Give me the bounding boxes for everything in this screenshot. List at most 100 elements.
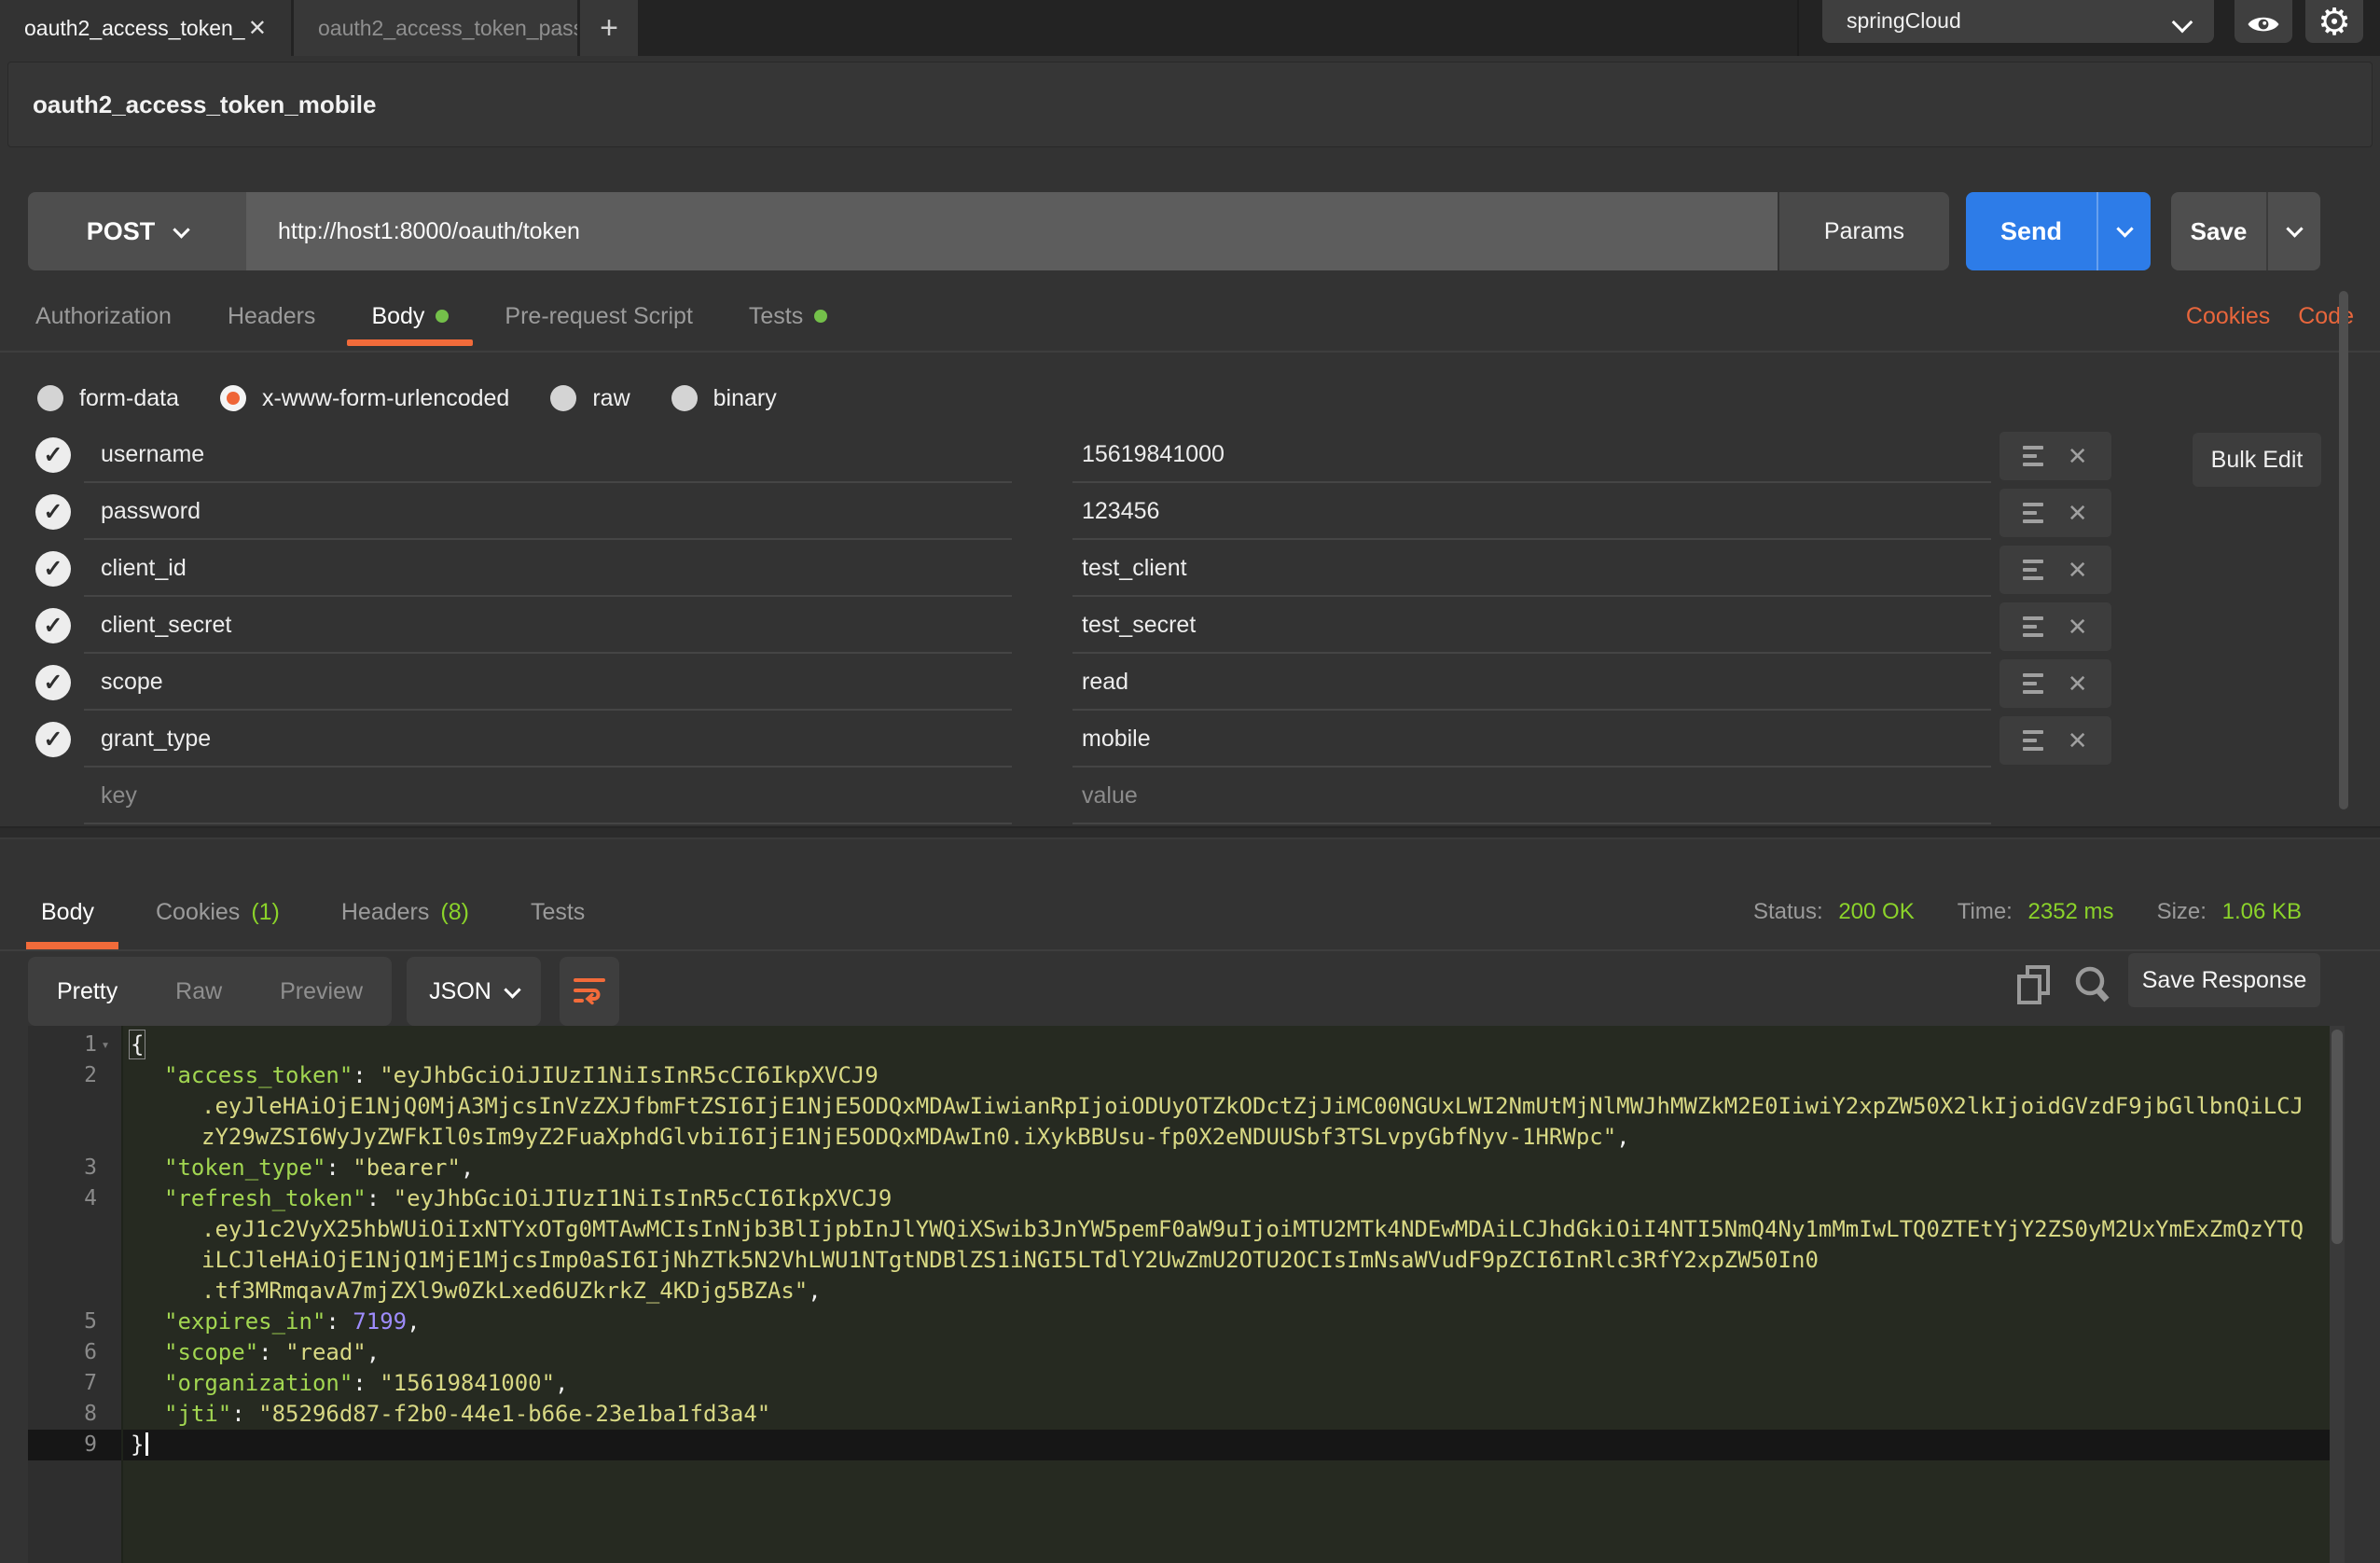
mode-form-data[interactable]: form-data bbox=[37, 385, 179, 412]
request-tab-label: oauth2_access_token_passv bbox=[318, 16, 577, 41]
param-row-controls: ✕ bbox=[1999, 432, 2111, 480]
view-tab-pretty[interactable]: Pretty bbox=[57, 978, 118, 1005]
code-text: zY29wZSI6WyJyZWFkIl0sIm9yZ2FuaXphdGlvbiI… bbox=[121, 1122, 1630, 1153]
method-select[interactable]: POST bbox=[28, 192, 246, 270]
view-tab-raw[interactable]: Raw bbox=[175, 978, 222, 1005]
response-tab-headers[interactable]: Headers (8) bbox=[341, 875, 469, 949]
format-select[interactable]: JSON bbox=[407, 957, 541, 1026]
checkbox-checked-icon[interactable]: ✓ bbox=[35, 665, 71, 700]
code-text: "refresh_token": "eyJhbGciOiJIUzI1NiIsIn… bbox=[121, 1183, 892, 1214]
row-menu-icon[interactable] bbox=[2023, 673, 2043, 694]
mode-label: form-data bbox=[79, 385, 179, 412]
scrollbar-thumb[interactable] bbox=[2332, 1030, 2343, 1244]
environment-preview-button[interactable] bbox=[2235, 0, 2292, 43]
environment-selector[interactable]: springCloud bbox=[1822, 0, 2214, 43]
mode-binary[interactable]: binary bbox=[671, 385, 777, 412]
code-line: 4"refresh_token": "eyJhbGciOiJIUzI1NiIsI… bbox=[28, 1183, 2330, 1214]
settings-button[interactable]: ⚙ bbox=[2305, 0, 2363, 43]
param-value-field[interactable]: test_secret bbox=[1072, 598, 1991, 654]
token-pun: } bbox=[131, 1432, 144, 1458]
mode-x-www-form-urlencoded[interactable]: x-www-form-urlencoded bbox=[220, 385, 509, 412]
row-menu-icon[interactable] bbox=[2023, 560, 2043, 580]
param-key-field[interactable]: scope bbox=[84, 655, 1012, 711]
response-body-editor[interactable]: 1▾{2"access_token": "eyJhbGciOiJIUzI1NiI… bbox=[28, 1026, 2330, 1563]
tab-headers[interactable]: Headers bbox=[228, 282, 316, 351]
token-str: "eyJhbGciOiJIUzI1NiIsInR5cCI6IkpXVCJ9 bbox=[394, 1185, 892, 1211]
param-value-field[interactable]: 15619841000 bbox=[1072, 427, 1991, 483]
checkbox-checked-icon[interactable]: ✓ bbox=[35, 551, 71, 587]
close-icon[interactable]: ✕ bbox=[248, 15, 267, 42]
mode-raw[interactable]: raw bbox=[550, 385, 630, 412]
line-number-gutter: 1▾ bbox=[28, 1030, 121, 1060]
param-value-field[interactable]: read bbox=[1072, 655, 1991, 711]
save-button[interactable]: Save bbox=[2171, 192, 2320, 270]
pane-divider[interactable] bbox=[0, 826, 2380, 839]
body-mode-options: form-data x-www-form-urlencoded raw bina… bbox=[37, 373, 777, 423]
response-scrollbar[interactable] bbox=[2330, 1026, 2345, 1563]
param-key-field[interactable]: client_secret bbox=[84, 598, 1012, 654]
tab-tests[interactable]: Tests bbox=[749, 282, 827, 351]
status-badge: Status: 200 OK bbox=[1753, 899, 1915, 925]
response-tab-cookies[interactable]: Cookies (1) bbox=[156, 875, 280, 949]
param-key-placeholder[interactable]: key bbox=[84, 768, 1012, 824]
url-input[interactable]: http://host1:8000/oauth/token bbox=[246, 192, 1778, 270]
fold-caret-icon[interactable]: ▾ bbox=[97, 1030, 114, 1060]
send-button[interactable]: Send bbox=[1966, 192, 2151, 270]
checkbox-checked-icon[interactable]: ✓ bbox=[35, 722, 71, 757]
save-options-button[interactable] bbox=[2268, 192, 2320, 270]
checkbox-checked-icon[interactable]: ✓ bbox=[35, 608, 71, 643]
remove-row-icon[interactable]: ✕ bbox=[2068, 444, 2088, 468]
copy-response-button[interactable] bbox=[2013, 962, 2055, 1007]
param-value-placeholder[interactable]: value bbox=[1072, 768, 1991, 824]
status-label: Status: bbox=[1753, 899, 1823, 924]
save-response-button[interactable]: Save Response bbox=[2128, 953, 2320, 1007]
code-line: 2"access_token": "eyJhbGciOiJIUzI1NiIsIn… bbox=[28, 1060, 2330, 1091]
params-button[interactable]: Params bbox=[1779, 192, 1949, 270]
request-tab-active[interactable]: oauth2_access_token_ ✕ bbox=[0, 0, 291, 56]
request-pane-scrollbar[interactable] bbox=[2339, 291, 2348, 809]
param-key-field[interactable]: grant_type bbox=[84, 712, 1012, 768]
param-key-field[interactable]: password bbox=[84, 484, 1012, 540]
tab-authorization[interactable]: Authorization bbox=[35, 282, 172, 351]
remove-row-icon[interactable]: ✕ bbox=[2068, 501, 2088, 525]
radio-icon[interactable] bbox=[37, 385, 63, 411]
request-tab-inactive[interactable]: oauth2_access_token_passv bbox=[294, 0, 577, 56]
send-options-button[interactable] bbox=[2098, 192, 2151, 270]
param-key-field[interactable]: client_id bbox=[84, 541, 1012, 597]
row-menu-icon[interactable] bbox=[2023, 730, 2043, 751]
response-tab-tests[interactable]: Tests bbox=[531, 875, 585, 949]
save-label-area[interactable]: Save bbox=[2171, 192, 2268, 270]
line-number: 8 bbox=[69, 1399, 97, 1430]
response-tab-body[interactable]: Body bbox=[41, 875, 94, 949]
token-key: "access_token" bbox=[164, 1062, 353, 1088]
row-menu-icon[interactable] bbox=[2023, 503, 2043, 523]
remove-row-icon[interactable]: ✕ bbox=[2068, 558, 2088, 582]
radio-icon[interactable] bbox=[671, 385, 698, 411]
row-menu-icon[interactable] bbox=[2023, 616, 2043, 637]
token-pun: : bbox=[325, 1308, 353, 1335]
view-tab-preview[interactable]: Preview bbox=[280, 978, 363, 1005]
checkbox-checked-icon[interactable]: ✓ bbox=[35, 437, 71, 473]
bulk-edit-button[interactable]: Bulk Edit bbox=[2193, 433, 2321, 487]
remove-row-icon[interactable]: ✕ bbox=[2068, 615, 2088, 639]
param-value-field[interactable]: 123456 bbox=[1072, 484, 1991, 540]
token-str: "read" bbox=[285, 1339, 367, 1365]
remove-row-icon[interactable]: ✕ bbox=[2068, 671, 2088, 696]
param-value-field[interactable]: mobile bbox=[1072, 712, 1991, 768]
gear-icon: ⚙ bbox=[2318, 4, 2351, 41]
tab-pre-request-script[interactable]: Pre-request Script bbox=[505, 282, 692, 351]
tab-body[interactable]: Body bbox=[371, 282, 449, 351]
radio-selected-icon[interactable] bbox=[220, 385, 246, 411]
cookies-link[interactable]: Cookies bbox=[2186, 303, 2270, 330]
send-label-area[interactable]: Send bbox=[1966, 192, 2098, 270]
search-response-button[interactable] bbox=[2070, 962, 2113, 1007]
param-value-field[interactable]: test_client bbox=[1072, 541, 1991, 597]
new-tab-button[interactable]: + bbox=[580, 0, 638, 56]
row-menu-icon[interactable] bbox=[2023, 446, 2043, 466]
remove-row-icon[interactable]: ✕ bbox=[2068, 728, 2088, 753]
radio-icon[interactable] bbox=[550, 385, 576, 411]
wrap-text-button[interactable] bbox=[560, 957, 619, 1026]
bulk-edit-label: Bulk Edit bbox=[2211, 447, 2304, 474]
checkbox-checked-icon[interactable]: ✓ bbox=[35, 494, 71, 530]
param-key-field[interactable]: username bbox=[84, 427, 1012, 483]
